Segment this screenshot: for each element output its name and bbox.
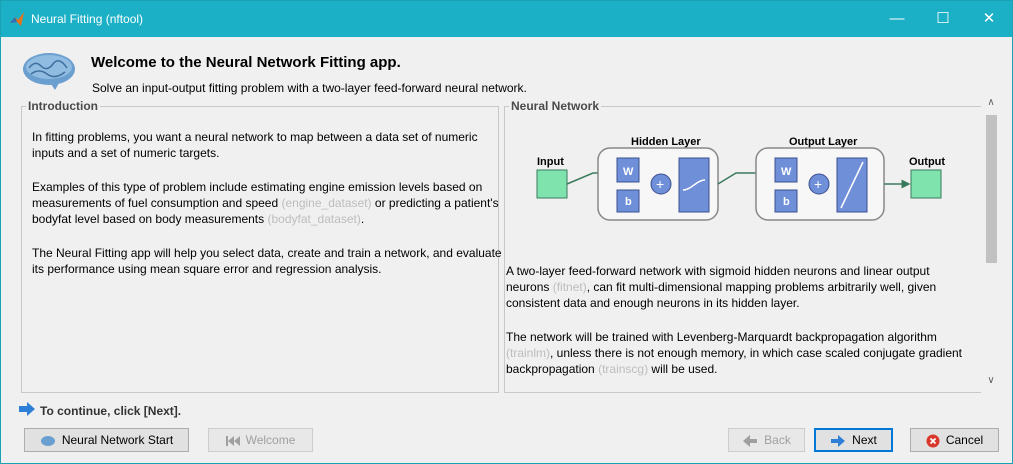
next-label: Next: [852, 433, 877, 447]
introduction-panel: Introduction In fitting problems, you wa…: [21, 99, 502, 393]
matlab-icon: [10, 12, 24, 26]
diagram-output-layer-label: Output Layer: [789, 136, 858, 148]
nn-start-label: Neural Network Start: [61, 433, 174, 447]
app-window: Neural Fitting (nftool) — ☐ ✕ Welcome to…: [0, 0, 1013, 464]
first-page-icon: [225, 435, 240, 446]
diagram-output-plus-label: +: [814, 176, 822, 192]
network-p2-text-a: The network will be trained with Levenbe…: [506, 330, 937, 344]
welcome-button[interactable]: Welcome: [208, 428, 313, 452]
left-arrow-icon: [743, 434, 758, 447]
network-p2-text-c: will be used.: [648, 362, 718, 376]
brain-icon: [23, 53, 75, 90]
close-button[interactable]: ✕: [966, 1, 1012, 37]
diagram-hidden-label: Hidden Layer: [631, 136, 701, 148]
welcome-title: Welcome to the Neural Network Fitting ap…: [91, 54, 401, 71]
diagram-input-node: [536, 169, 568, 199]
diagram-output-w-label: W: [781, 166, 792, 178]
diagram-hidden-plus-label: +: [656, 176, 664, 192]
network-diagram: Input Hidden Layer Output Layer Output W…: [536, 136, 945, 221]
maximize-button[interactable]: ☐: [920, 1, 966, 37]
diagram-output-label: Output: [909, 156, 945, 168]
intro-paragraph-1: In fitting problems, you want a neural n…: [32, 130, 478, 160]
cancel-icon: [926, 434, 940, 448]
diagram-output-node: [910, 169, 942, 199]
neural-network-start-button[interactable]: Neural Network Start: [24, 428, 189, 452]
welcome-subtitle: Solve an input-output fitting problem wi…: [92, 81, 527, 95]
cancel-label: Cancel: [945, 433, 984, 447]
diagram-hidden-w-label: W: [623, 166, 634, 178]
network-p2-text-b: , unless there is not enough memory, in …: [506, 346, 963, 376]
header: Welcome to the Neural Network Fitting ap…: [1, 38, 1012, 98]
brain-icon: [40, 435, 55, 446]
fitnet-link[interactable]: (fitnet): [553, 280, 587, 294]
trainlm-link[interactable]: (trainlm): [506, 346, 550, 360]
bodyfat-dataset-link[interactable]: (bodyfat_dataset): [267, 212, 360, 226]
diagram-output-b-label: b: [783, 196, 790, 208]
minimize-button[interactable]: —: [874, 1, 920, 37]
engine-dataset-link[interactable]: (engine_dataset): [281, 196, 371, 210]
trainscg-link[interactable]: (trainscg): [598, 362, 648, 376]
continue-hint: To continue, click [Next].: [40, 404, 182, 418]
network-scrollbar[interactable]: ∧ ∨: [983, 93, 999, 391]
intro-paragraph-2: Examples of this type of problem include…: [32, 179, 502, 227]
right-arrow-icon: [831, 434, 846, 447]
neural-network-heading: Neural Network: [509, 99, 602, 113]
diagram-hidden-b-label: b: [625, 196, 632, 208]
diagram-input-label: Input: [537, 156, 564, 168]
cancel-button[interactable]: Cancel: [910, 428, 999, 452]
network-paragraph-2: The network will be trained with Levenbe…: [506, 329, 976, 377]
back-button[interactable]: Back: [728, 428, 805, 452]
network-paragraph-1: A two-layer feed-forward network with si…: [506, 263, 976, 311]
intro-p2-text-c: .: [360, 212, 365, 226]
introduction-heading: Introduction: [26, 99, 100, 113]
title-bar: Neural Fitting (nftool) — ☐ ✕: [1, 1, 1012, 37]
welcome-label: Welcome: [245, 433, 296, 447]
intro-paragraph-3: The Neural Fitting app will help you sel…: [32, 246, 502, 276]
scroll-up-arrow-icon[interactable]: ∧: [983, 95, 999, 111]
window-title: Neural Fitting (nftool): [31, 12, 144, 26]
back-label: Back: [764, 433, 791, 447]
scroll-thumb[interactable]: [986, 115, 997, 263]
next-button[interactable]: Next: [814, 428, 893, 452]
scroll-down-arrow-icon[interactable]: ∨: [983, 373, 999, 389]
right-arrow-icon: [19, 402, 35, 416]
